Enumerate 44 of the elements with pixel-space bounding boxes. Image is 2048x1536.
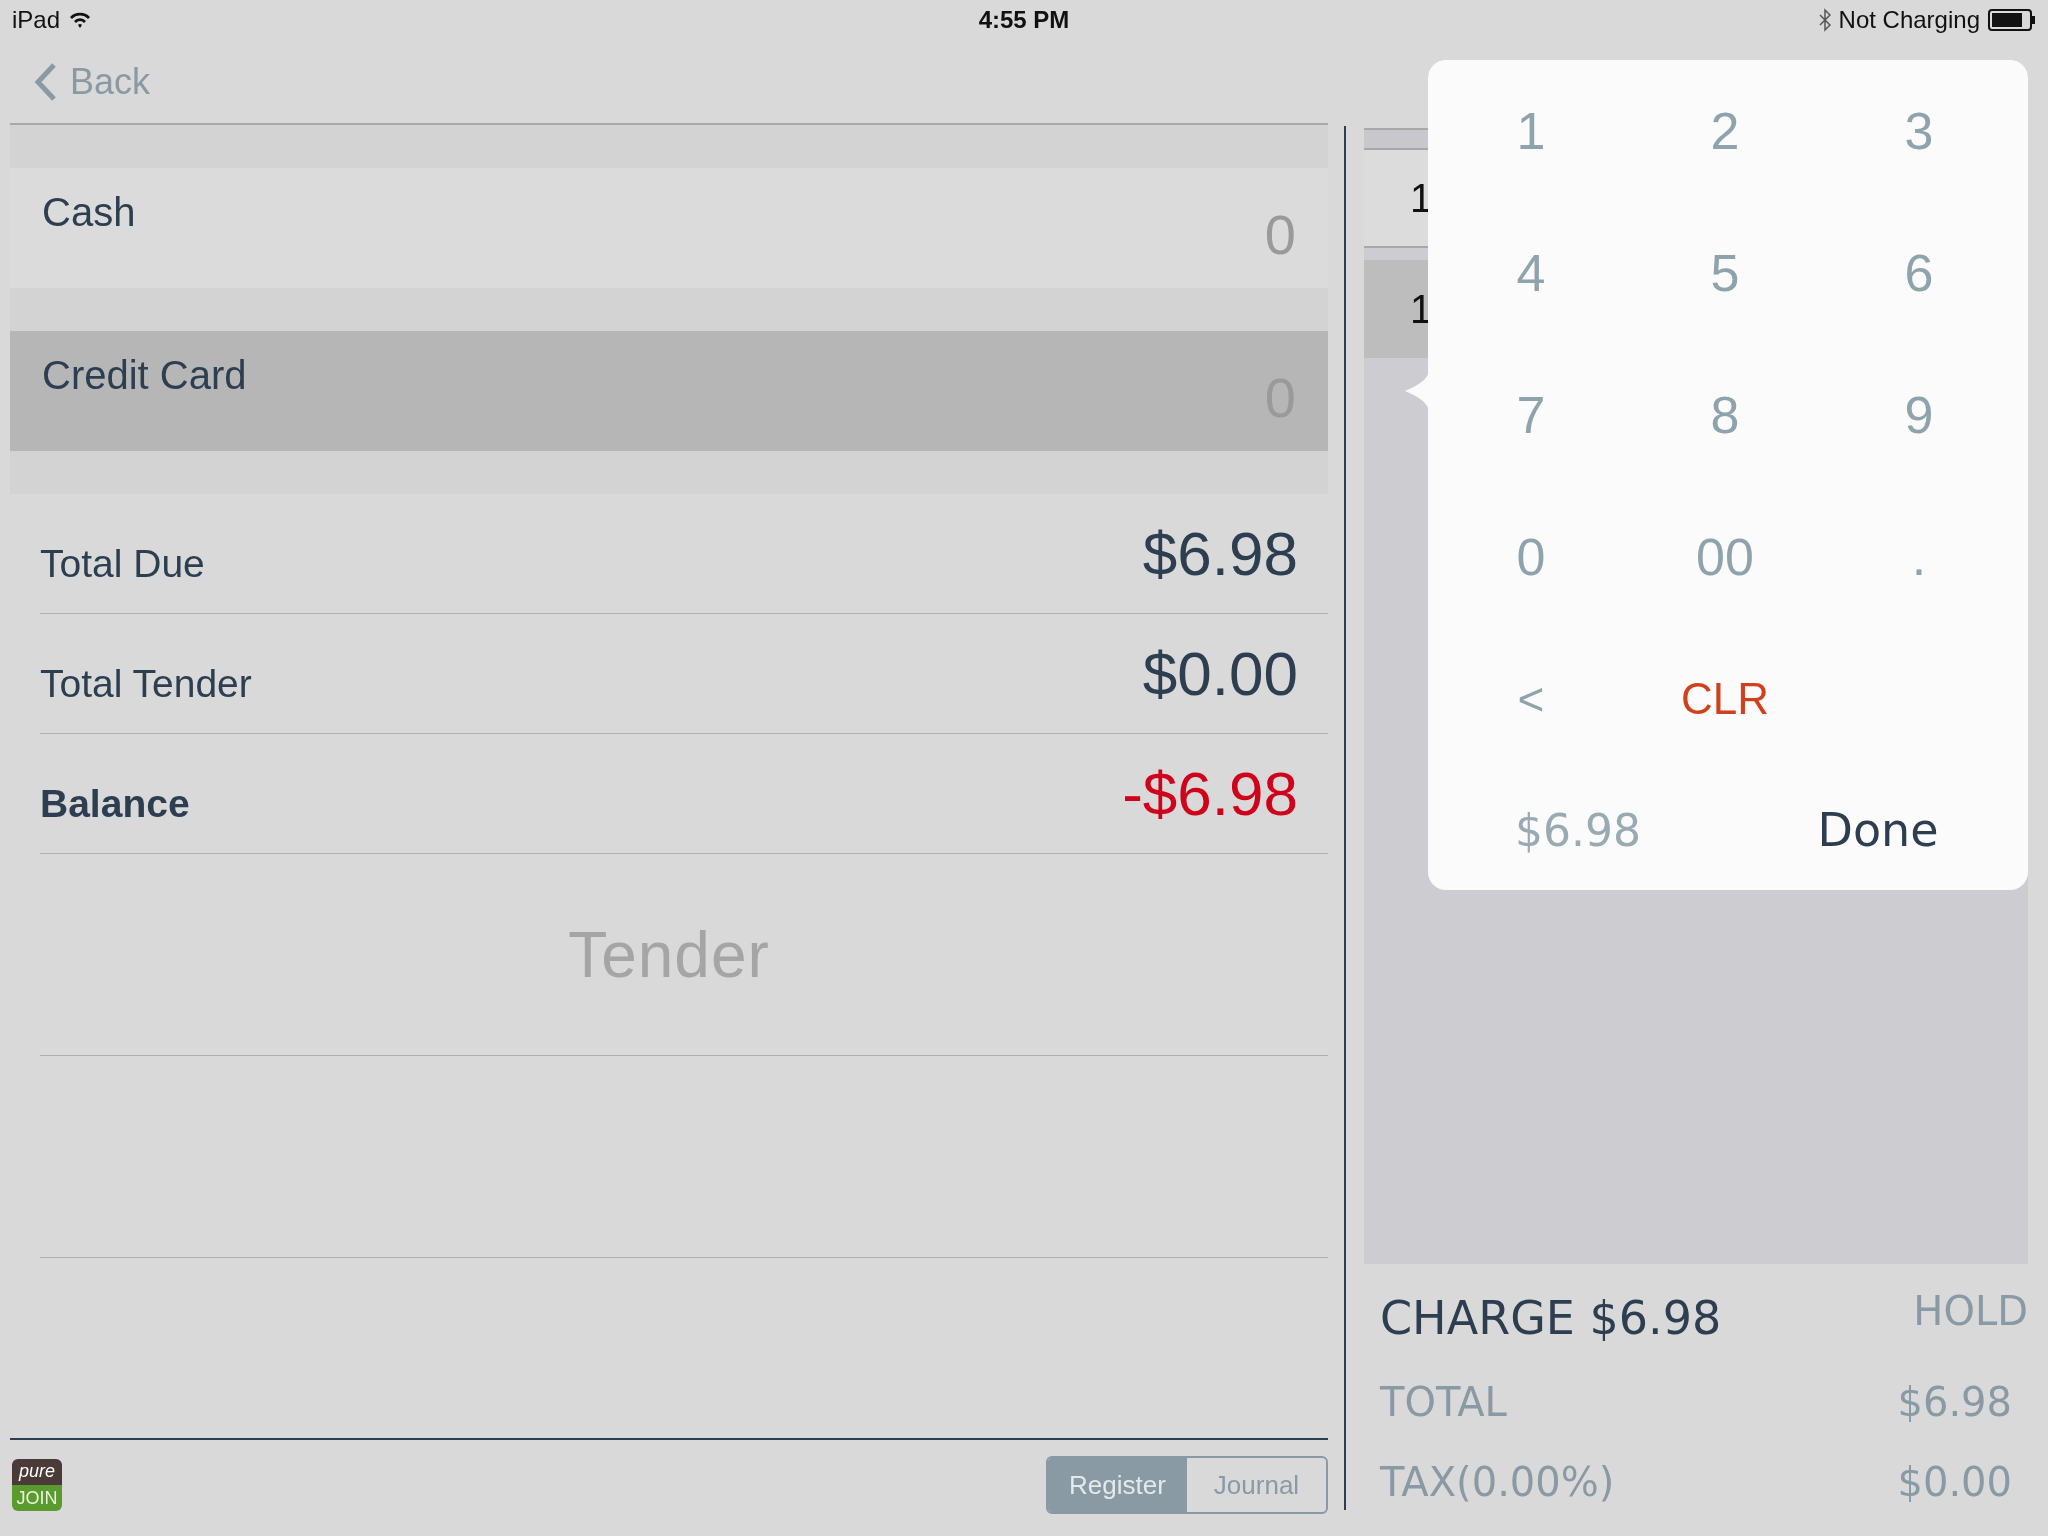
total-value: $0.00 [1897,1459,2012,1505]
segment-tab[interactable]: Register [1048,1458,1187,1512]
charging-status: Not Charging [1838,6,1980,34]
keypad-key[interactable]: 3 [1822,60,2016,202]
device-name: iPad [12,6,61,34]
summary-value: $6.98 [1142,518,1298,589]
keypad-key[interactable]: 8 [1628,344,1822,486]
app-logo: pure JOIN [12,1459,62,1511]
item-quantity: 1 [1410,175,1433,221]
back-button[interactable]: Back [34,60,151,103]
item-quantity: 1 [1410,286,1433,332]
keypad-key[interactable]: 7 [1434,344,1628,486]
keypad-key[interactable]: 0 [1434,486,1628,628]
payment-method-label: Cash [42,190,136,236]
summary-value: $0.00 [1142,638,1298,709]
total-label: TOTAL [1380,1379,1507,1425]
amount-field[interactable]: 0 [1176,201,1296,267]
battery-icon [1988,9,2036,31]
summary-value: -$6.98 [1122,758,1298,829]
keypad-key[interactable]: 1 [1434,60,1628,202]
status-time: 4:55 PM [978,6,1070,34]
bluetooth-icon [1818,8,1831,32]
keypad-key[interactable]: CLR [1628,628,1822,770]
payment-method-label: Credit Card [42,353,247,399]
total-value: $6.98 [1897,1379,2012,1425]
amount-button[interactable]: $6.98 [1468,804,1688,856]
total-label: TAX(0.00%) [1380,1459,1615,1505]
segment-tab[interactable]: Journal [1187,1458,1326,1512]
chevron-left-icon [34,61,58,102]
keypad-key[interactable]: . [1822,486,2016,628]
summary-label: Total Due [40,541,205,586]
summary-label: Total Tender [40,661,252,706]
done-button[interactable]: Done [1748,803,2008,857]
hold-button[interactable]: HOLD [1913,1288,2028,1334]
keypad-key[interactable]: 00 [1628,486,1822,628]
keypad-key[interactable]: 9 [1822,344,2016,486]
summary-label: Balance [40,781,190,826]
keypad-key[interactable]: 4 [1434,202,1628,344]
charge-button[interactable]: CHARGE $6.98 [1380,1291,1722,1345]
keypad-key[interactable]: < [1434,628,1628,770]
keypad-key[interactable]: 5 [1628,202,1822,344]
keypad-key[interactable]: 2 [1628,60,1822,202]
wifi-icon [68,11,93,29]
keypad-key[interactable]: 6 [1822,202,2016,344]
